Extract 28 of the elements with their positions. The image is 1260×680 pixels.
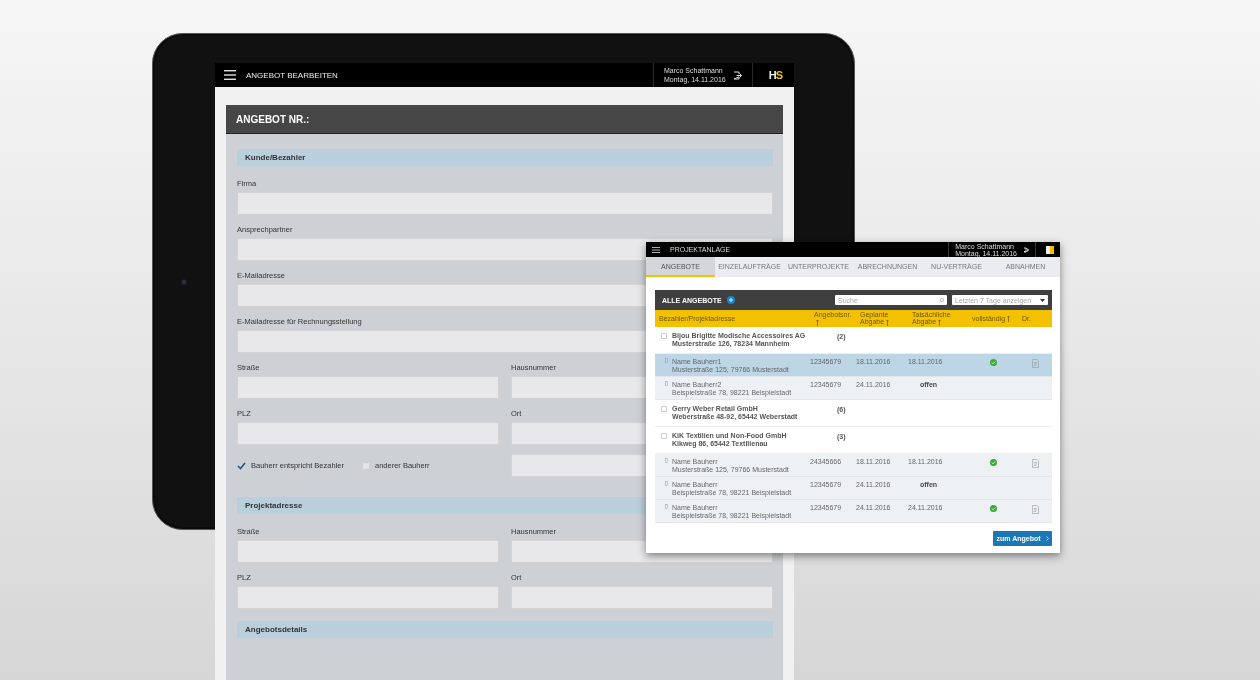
section-header: Kunde/Bezahler (237, 149, 773, 166)
sort-arrow-icon[interactable] (886, 319, 890, 326)
search-icon[interactable] (939, 297, 944, 303)
sort-arrow-icon[interactable] (938, 319, 942, 326)
input-field[interactable] (237, 376, 499, 399)
input-field[interactable] (237, 540, 499, 563)
input-field[interactable] (237, 586, 499, 609)
menu-icon[interactable] (652, 246, 660, 253)
input-field[interactable] (237, 192, 773, 215)
sort-arrow-icon[interactable] (816, 319, 819, 326)
document-icon[interactable] (1031, 459, 1039, 468)
document-icon[interactable] (1031, 359, 1039, 368)
input-field[interactable] (511, 586, 773, 609)
chevron-right-icon (1045, 536, 1049, 541)
menu-icon[interactable] (224, 70, 236, 80)
logout-icon[interactable] (1023, 246, 1029, 253)
section-header: Angebotsdetails (237, 621, 773, 638)
caret-icon (1040, 298, 1045, 302)
logo: HS (768, 69, 782, 81)
add-icon[interactable] (726, 296, 735, 304)
document-icon[interactable] (1031, 505, 1039, 514)
sort-arrow-icon[interactable] (1007, 316, 1011, 323)
screen-title: ANGEBOT BEARBEITEN (246, 70, 339, 80)
checkbox[interactable] (237, 461, 246, 470)
logo-icon (1046, 245, 1054, 254)
logout-icon[interactable] (732, 70, 742, 80)
card-title: ANGEBOT NR.: (226, 105, 783, 134)
input-field[interactable] (237, 422, 499, 445)
